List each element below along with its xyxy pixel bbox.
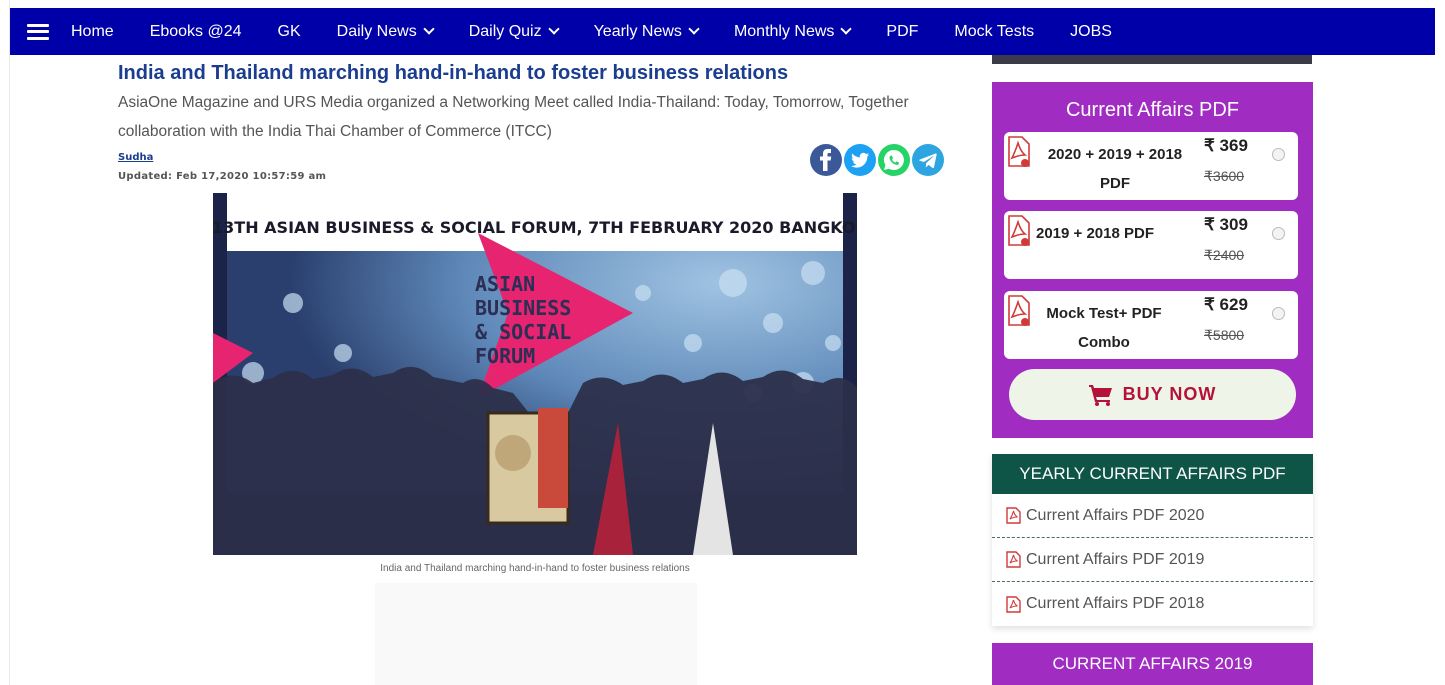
pdf-icon <box>1008 215 1030 246</box>
article-headline: India and Thailand marching hand-in-hand… <box>118 62 789 84</box>
nav-item-monthly-news[interactable]: Monthly News <box>734 23 853 41</box>
yearly-link-2019[interactable]: Current Affairs PDF 2019 <box>992 538 1313 582</box>
nav-item-jobs[interactable]: JOBS <box>1070 23 1112 41</box>
pdf-option-price: ₹ 309 <box>1204 215 1248 234</box>
sidebar-top-bar <box>992 55 1312 64</box>
yearly-link-label: Current Affairs PDF 2018 <box>1026 595 1205 612</box>
pdf-option-price: ₹ 629 <box>1204 295 1248 314</box>
nav-item-daily-news[interactable]: Daily News <box>337 23 435 41</box>
image-logo-line: FORUM <box>475 344 535 368</box>
ad-placeholder <box>375 583 697 685</box>
chevron-down-icon <box>688 23 700 35</box>
whatsapp-icon[interactable] <box>878 144 910 176</box>
updated-timestamp: Updated: Feb 17,2020 10:57:59 am <box>118 171 327 182</box>
author-link[interactable]: Sudha <box>118 152 153 163</box>
nav-item-daily-quiz[interactable]: Daily Quiz <box>469 23 560 41</box>
pdf-option-2019-2018[interactable]: 2019 + 2018 PDF ₹ 309 ₹2400 <box>1004 211 1298 279</box>
current-affairs-2019-header[interactable]: CURRENT AFFAIRS 2019 <box>992 643 1313 685</box>
yearly-link-2018[interactable]: Current Affairs PDF 2018 <box>992 582 1313 626</box>
shopping-cart-icon <box>1088 384 1112 406</box>
facebook-icon[interactable] <box>810 144 842 176</box>
pdf-option-radio[interactable] <box>1272 148 1285 161</box>
page-left-edge <box>0 0 10 685</box>
nav-item-gk[interactable]: GK <box>278 23 301 41</box>
nav-item-pdf[interactable]: PDF <box>886 23 918 41</box>
nav-item-home[interactable]: Home <box>71 23 114 41</box>
pdf-option-price: ₹ 369 <box>1204 136 1248 155</box>
chevron-down-icon <box>840 23 853 35</box>
image-logo-line: & SOCIAL <box>475 320 571 344</box>
pdf-option-label: 2020 + 2019 + 2018 PDF <box>1047 146 1183 192</box>
nav-item-mock-tests[interactable]: Mock Tests <box>954 23 1034 41</box>
image-caption: India and Thailand marching hand-in-hand… <box>380 563 690 574</box>
hamburger-menu-icon[interactable] <box>27 23 49 40</box>
yearly-link-label: Current Affairs PDF 2020 <box>1026 506 1205 524</box>
yearly-box-title: YEARLY CURRENT AFFAIRS PDF <box>992 454 1313 494</box>
top-navigation-bar: Home Ebooks @24 GK Daily News Daily Quiz… <box>10 8 1435 55</box>
telegram-icon[interactable] <box>912 144 944 176</box>
pdf-option-radio[interactable] <box>1272 227 1285 240</box>
yearly-link-label: Current Affairs PDF 2019 <box>1026 550 1205 568</box>
pdf-icon <box>1008 295 1030 326</box>
buy-now-label: BUY NOW <box>1122 384 1217 404</box>
article-summary: AsiaOne Magazine and URS Media organized… <box>118 94 909 140</box>
pdf-option-label: Mock Test+ PDF Combo <box>1046 305 1162 351</box>
share-buttons <box>810 144 944 176</box>
pdf-option-old-price: ₹5800 <box>1204 327 1245 343</box>
pdf-icon <box>1008 136 1030 167</box>
pdf-box-title: Current Affairs PDF <box>1065 99 1240 121</box>
current-affairs-pdf-box: Current Affairs PDF 2020 + 2019 + 2018 P… <box>992 82 1313 438</box>
article: India and Thailand marching hand-in-hand… <box>118 60 958 182</box>
chevron-down-icon <box>423 23 435 35</box>
pdf-file-icon <box>1006 551 1021 568</box>
pdf-file-icon <box>1006 507 1021 524</box>
pdf-option-2020-2019-2018[interactable]: 2020 + 2019 + 2018 PDF ₹ 369 ₹3600 <box>1004 132 1298 200</box>
yearly-link-2020[interactable]: Current Affairs PDF 2020 <box>992 494 1313 538</box>
article-image: 13TH ASIAN BUSINESS & SOCIAL FORUM, 7TH … <box>213 193 857 555</box>
yearly-current-affairs-box: YEARLY CURRENT AFFAIRS PDF Current Affai… <box>992 454 1313 626</box>
pdf-option-radio[interactable] <box>1272 307 1285 320</box>
pdf-file-icon <box>1006 595 1021 613</box>
nav-item-ebooks[interactable]: Ebooks @24 <box>150 23 242 41</box>
pdf-option-label: 2019 + 2018 PDF <box>1036 225 1155 242</box>
pdf-option-old-price: ₹3600 <box>1204 168 1245 184</box>
buy-now-button[interactable]: BUY NOW <box>1009 369 1296 420</box>
image-banner-text: 13TH ASIAN BUSINESS & SOCIAL FORUM, 7TH … <box>213 218 857 237</box>
image-logo-line: ASIAN <box>475 272 535 296</box>
nav-item-yearly-news[interactable]: Yearly News <box>594 23 700 41</box>
pdf-option-old-price: ₹2400 <box>1204 247 1245 263</box>
twitter-icon[interactable] <box>844 144 876 176</box>
image-logo-line: BUSINESS <box>475 296 571 320</box>
chevron-down-icon <box>547 23 560 35</box>
pdf-option-mock-test-combo[interactable]: Mock Test+ PDF Combo ₹ 629 ₹5800 <box>1004 291 1298 359</box>
